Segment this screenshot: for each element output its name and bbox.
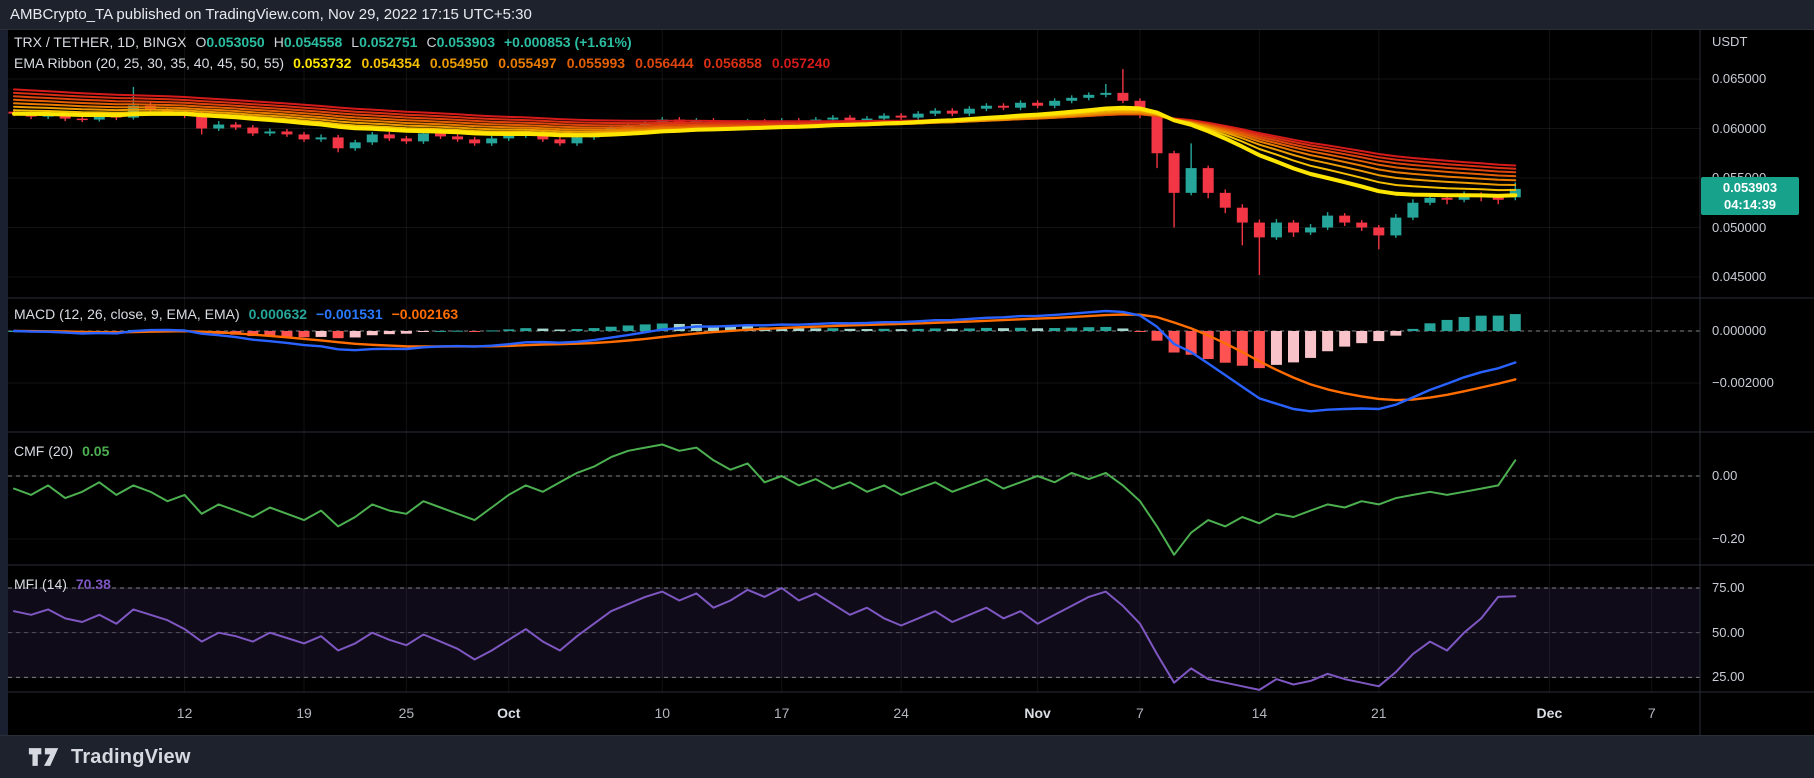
mfi-tick-label: 75.00 [1712, 580, 1745, 595]
time-tick-label: 10 [654, 705, 671, 721]
cmf-tick-label: −0.20 [1712, 531, 1745, 546]
mfi-title[interactable]: MFI (14) [14, 576, 67, 592]
footer-bar: TradingView [0, 735, 1814, 778]
time-tick-label: 7 [1647, 705, 1656, 721]
price-tick-label: 0.060000 [1712, 120, 1767, 136]
change-value: +0.000853 (+1.61%) [504, 34, 632, 50]
macd-tick-label: −0.002000 [1712, 375, 1774, 390]
chart-canvas[interactable] [0, 0, 1814, 735]
mfi-tick-label: 25.00 [1712, 669, 1745, 685]
ema-value: 0.054950 [429, 55, 489, 71]
time-tick-label: 21 [1371, 705, 1387, 721]
time-tick-label: 12 [176, 705, 193, 721]
ema-value: 0.055497 [498, 55, 557, 71]
ohlc-open: O0.053050 [195, 34, 265, 50]
ema-value: 0.056858 [703, 55, 762, 71]
price-tick-label: 0.050000 [1712, 219, 1767, 235]
cmf-title[interactable]: CMF (20) [14, 443, 73, 459]
symbol-title[interactable]: TRX / TETHER, 1D, BINGX [14, 34, 186, 50]
cmf-legend[interactable]: CMF (20) 0.05 [14, 443, 109, 459]
tradingview-brand-text[interactable]: TradingView [71, 746, 191, 769]
last-price: 0.053903 [1722, 180, 1778, 195]
tradingview-logo-icon[interactable] [28, 747, 60, 767]
ema-value: 0.054354 [361, 55, 420, 71]
ema-value: 0.053732 [293, 55, 352, 71]
ohlc-high: H0.054558 [273, 34, 343, 50]
time-tick-label: 24 [893, 705, 909, 721]
macd-title[interactable]: MACD (12, 26, close, 9, EMA, EMA) [14, 306, 240, 322]
symbol-legend[interactable]: TRX / TETHER, 1D, BINGX O0.053050 H0.054… [14, 34, 632, 50]
macd-signal-value: −0.002163 [391, 306, 459, 322]
time-tick-label: 17 [773, 705, 790, 721]
last-price-badge: 0.053903 04:14:39 [1701, 177, 1799, 215]
mfi-value: 70.38 [75, 576, 111, 592]
ohlc-low: L0.052751 [351, 34, 418, 50]
quote-currency-label: USDT [1712, 34, 1748, 49]
attribution-text: AMBCrypto_TA published on TradingView.co… [10, 6, 532, 23]
mfi-tick-label: 50.00 [1712, 624, 1745, 640]
ema-value: 0.057240 [771, 55, 831, 71]
ema-ribbon-values: 0.053732 0.054354 0.054950 0.055497 0.055993… [293, 55, 830, 71]
time-tick-label: 14 [1251, 705, 1268, 721]
macd-histogram-value: 0.000632 [248, 306, 308, 322]
macd-tick-label: 0.000000 [1712, 323, 1767, 338]
left-gutter [0, 30, 8, 735]
time-tick-label: Dec [1536, 705, 1563, 721]
time-tick-label: 7 [1136, 705, 1144, 721]
ema-value: 0.056444 [635, 55, 694, 71]
time-tick-label: Oct [497, 705, 521, 721]
ema-value: 0.055993 [566, 55, 626, 71]
time-tick-label: 25 [398, 705, 415, 721]
macd-legend[interactable]: MACD (12, 26, close, 9, EMA, EMA) 0.0006… [14, 306, 458, 322]
time-tick-label: Nov [1024, 705, 1051, 721]
ohlc-close: C0.053903 [426, 34, 495, 50]
ema-ribbon-title[interactable]: EMA Ribbon (20, 25, 30, 35, 40, 45, 50, … [14, 55, 284, 71]
ema-ribbon-legend[interactable]: EMA Ribbon (20, 25, 30, 35, 40, 45, 50, … [14, 55, 830, 71]
time-tick-label: 19 [296, 705, 312, 721]
countdown-timer: 04:14:39 [1723, 197, 1777, 212]
mfi-legend[interactable]: MFI (14) 70.38 [14, 576, 111, 592]
attribution-bar: AMBCrypto_TA published on TradingView.co… [0, 0, 1814, 30]
price-tick-label: 0.065000 [1712, 71, 1767, 86]
cmf-tick-label: 0.00 [1712, 468, 1738, 483]
cmf-value: 0.05 [82, 443, 110, 459]
price-tick-label: 0.045000 [1712, 269, 1767, 284]
macd-line-value: −0.001531 [316, 306, 383, 322]
